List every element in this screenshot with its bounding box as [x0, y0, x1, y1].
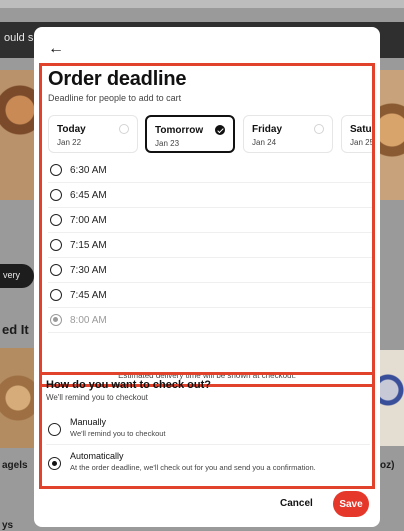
time-option[interactable]: 7:30 AM [48, 258, 372, 283]
radio-icon [50, 164, 62, 176]
radio-icon [50, 239, 62, 251]
radio-icon [50, 214, 62, 226]
item-label: oz) [380, 460, 395, 471]
time-option[interactable]: 7:15 AM [48, 233, 372, 258]
section-label: ed It [2, 322, 29, 337]
radio-icon [314, 124, 324, 134]
radio-icon [50, 264, 62, 276]
banner-text: ould s [4, 32, 34, 44]
checkout-heading: How do you want to check out? [46, 379, 211, 391]
checkout-subheading: We'll remind you to checkout [46, 393, 148, 402]
time-label: 7:30 AM [70, 265, 107, 276]
radio-selected-icon [50, 314, 62, 326]
option-description: We'll remind you to checkout [70, 429, 166, 438]
page-subtitle: Deadline for people to add to cart [48, 93, 182, 103]
radio-icon [50, 289, 62, 301]
day-card-today[interactable]: Today Jan 22 [48, 115, 138, 153]
time-option[interactable]: 7:45 AM [48, 283, 372, 308]
day-date: Jan 25 [350, 138, 372, 147]
day-card-saturday[interactable]: Saturday Jan 25 [341, 115, 372, 153]
top-strip [0, 0, 404, 8]
time-label: 7:15 AM [70, 240, 107, 251]
time-label: 7:45 AM [70, 290, 107, 301]
time-option[interactable]: 6:30 AM [48, 158, 372, 183]
page-title: Order deadline [48, 68, 187, 90]
day-card-tomorrow[interactable]: Tomorrow Jan 23 [145, 115, 235, 153]
time-list: 6:30 AM 6:45 AM 7:00 AM 7:15 AM 7:30 AM … [48, 158, 372, 333]
time-label: 8:00 AM [70, 315, 107, 326]
day-date: Jan 23 [155, 139, 180, 148]
check-circle-icon [215, 125, 225, 135]
time-option[interactable]: 7:00 AM [48, 208, 372, 233]
time-label: 6:30 AM [70, 165, 107, 176]
day-date: Jan 22 [57, 138, 82, 147]
delivery-pill: very [0, 264, 34, 288]
option-description: At the order deadline, we'll check out f… [70, 463, 316, 472]
back-arrow-icon[interactable]: ← [48, 41, 68, 57]
option-title: Manually [70, 417, 107, 427]
day-card-friday[interactable]: Friday Jan 24 [243, 115, 333, 153]
time-label: 7:00 AM [70, 215, 107, 226]
item-label: ys [2, 520, 14, 531]
time-option-selected[interactable]: 8:00 AM [48, 308, 372, 333]
day-selector: Today Jan 22 Tomorrow Jan 23 Friday Jan … [48, 115, 372, 153]
cancel-button[interactable]: Cancel [280, 498, 313, 509]
deadline-section: Order deadline Deadline for people to ad… [39, 63, 375, 387]
day-name: Friday [252, 124, 283, 135]
order-deadline-modal: ← Order deadline Deadline for people to … [34, 27, 380, 527]
item-label: agels [2, 460, 28, 471]
option-title: Automatically [70, 451, 124, 461]
checkout-section: How do you want to check out? We'll remi… [39, 372, 375, 489]
radio-selected-icon [48, 457, 61, 470]
day-name: Saturday [350, 124, 372, 135]
day-name: Tomorrow [155, 125, 204, 136]
radio-icon [50, 189, 62, 201]
save-button[interactable]: Save [333, 491, 369, 517]
day-date: Jan 24 [252, 138, 277, 147]
radio-icon [48, 423, 61, 436]
checkout-option-manually[interactable]: Manually We'll remind you to checkout [46, 417, 370, 445]
radio-icon [119, 124, 129, 134]
day-name: Today [57, 124, 86, 135]
time-label: 6:45 AM [70, 190, 107, 201]
checkout-option-automatically[interactable]: Automatically At the order deadline, we'… [46, 451, 370, 481]
time-option[interactable]: 6:45 AM [48, 183, 372, 208]
